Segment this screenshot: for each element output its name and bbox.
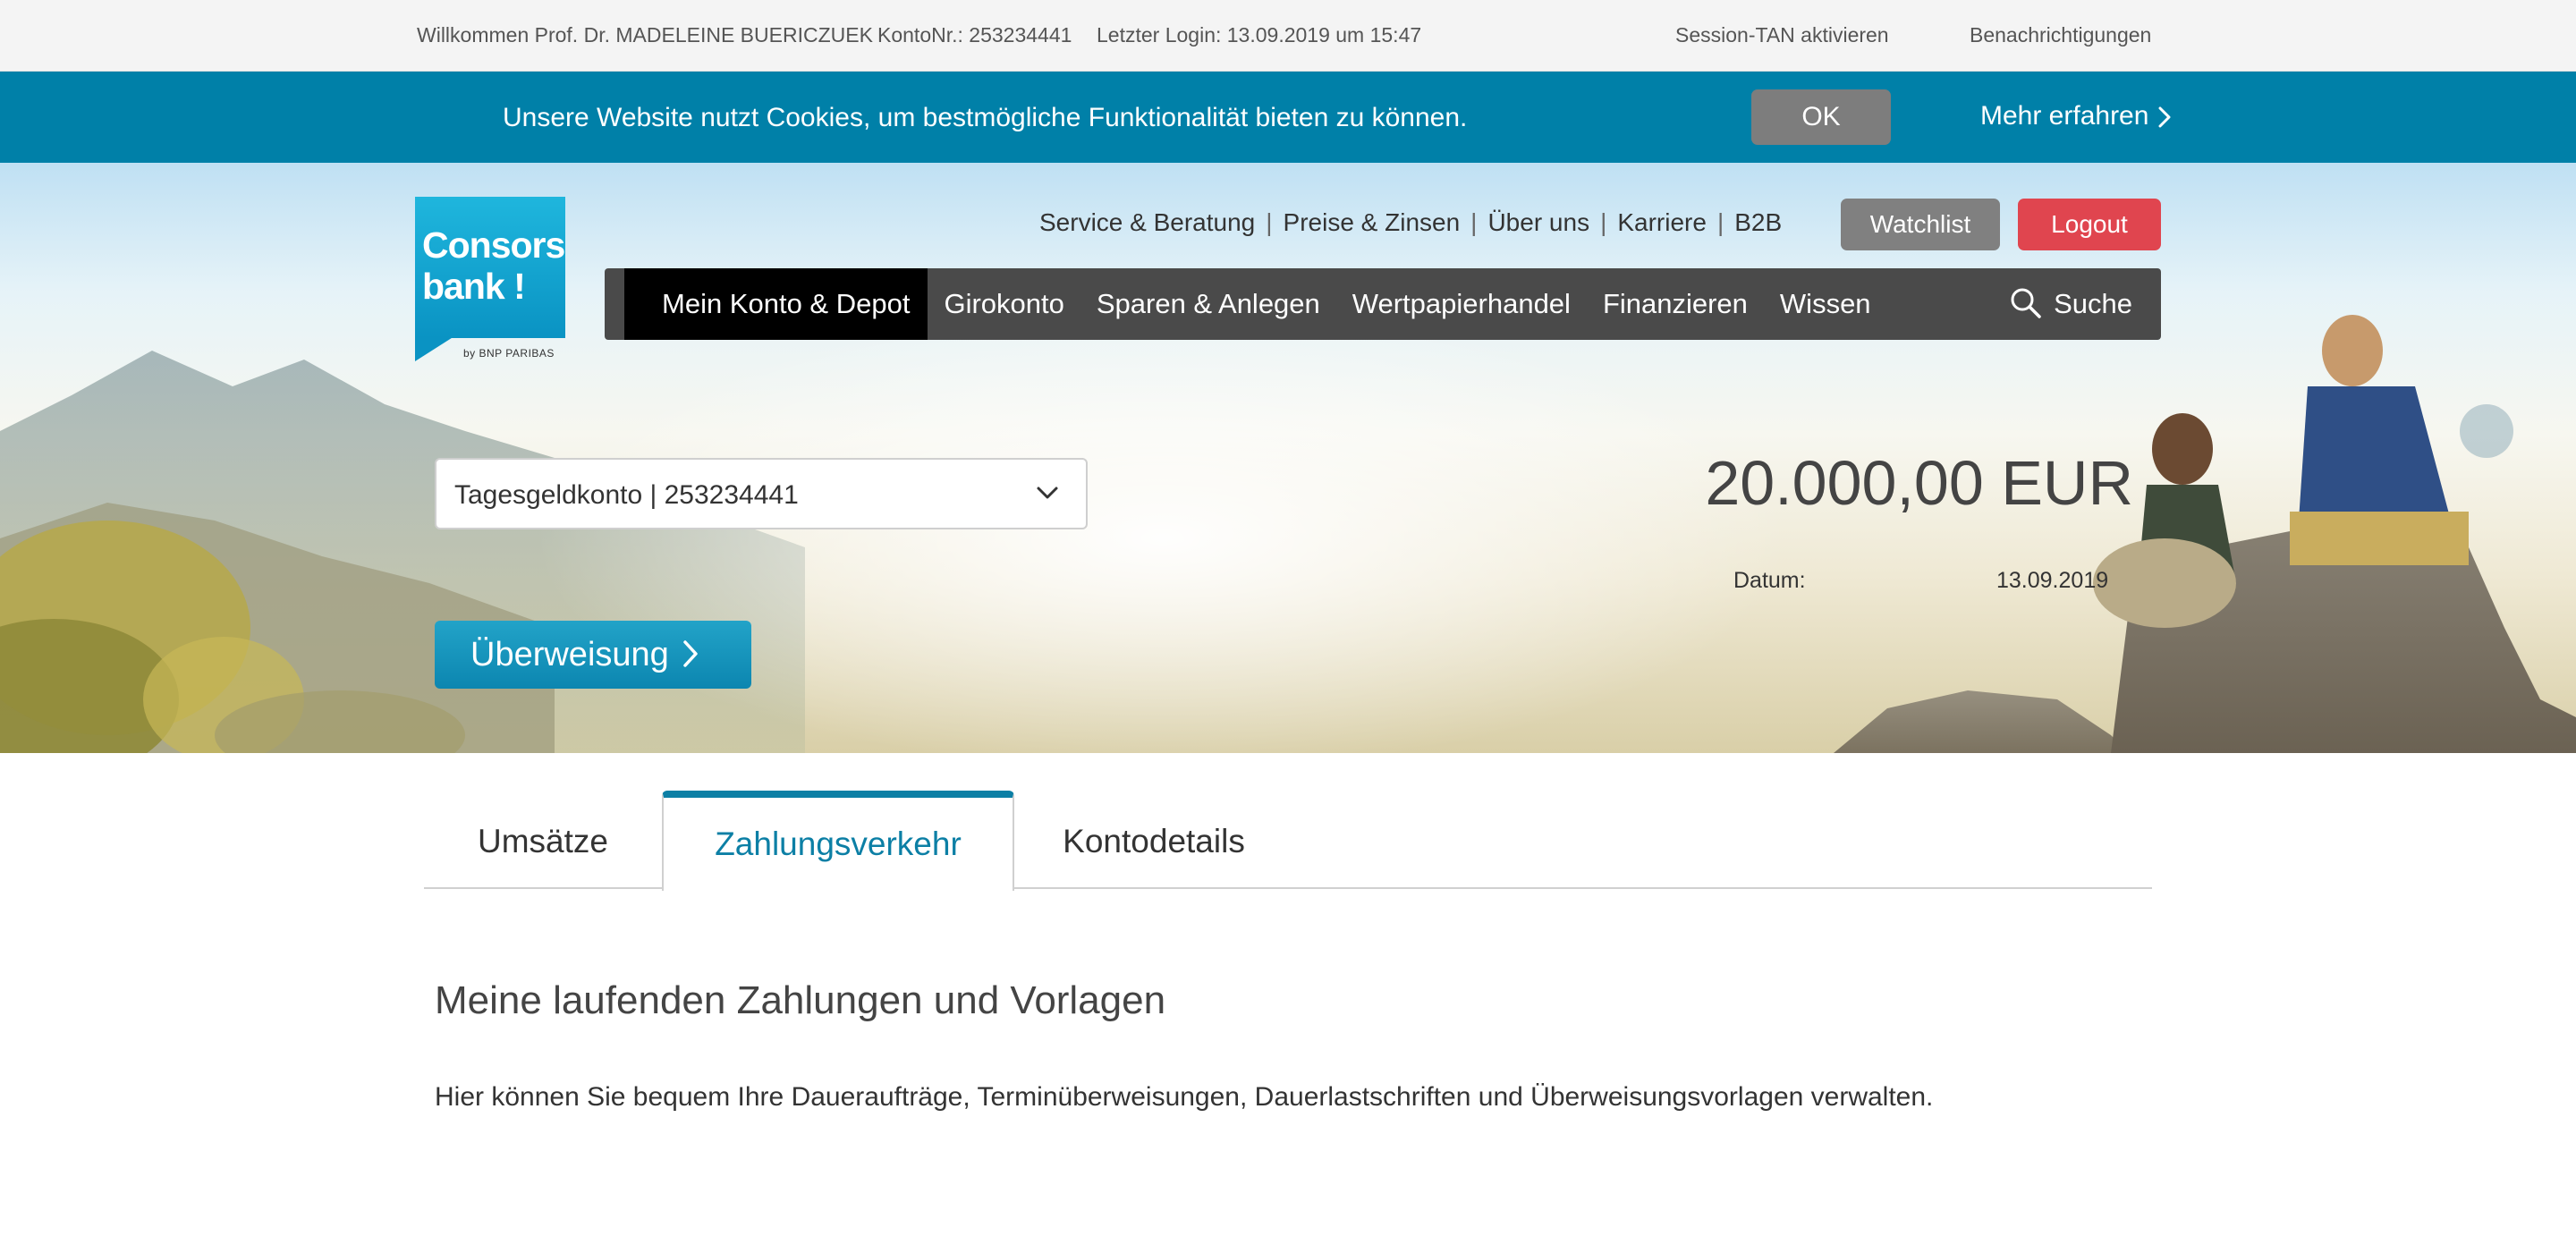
account-select[interactable]: Tagesgeldkonto | 253234441 [435,458,1088,529]
date-value: 13.09.2019 [1996,568,2109,593]
account-tabs: Umsätze Zahlungsverkehr Kontodetails [424,791,2152,891]
logo-byline: by BNP PARIBAS [463,347,555,360]
nav-item-wissen[interactable]: Wissen [1764,268,1887,340]
logo-text-line2: bank ! [422,266,526,307]
chevron-down-icon [1037,487,1058,499]
logo-tail [415,336,454,361]
service-nav-preise[interactable]: Preise & Zinsen [1284,208,1461,236]
cookie-ok-button[interactable]: OK [1751,89,1891,145]
service-nav-separator: | [1266,208,1273,236]
service-nav-separator: | [1470,208,1478,236]
hero-section: Consors bank ! by BNP PARIBAS Service & … [0,163,2576,753]
session-tan-link[interactable]: Session-TAN aktivieren [1675,21,1889,48]
service-nav-separator: | [1716,208,1724,236]
watchlist-button[interactable]: Watchlist [1841,199,2000,250]
welcome-text: Willkommen Prof. Dr. MADELEINE BUERICZUE… [417,23,873,47]
account-balance: 20.000,00 EUR [1705,448,2133,518]
logo-text-line1: Consors [422,224,565,266]
service-nav-ueber-uns[interactable]: Über uns [1487,208,1589,236]
service-nav-beratung[interactable]: Service & Beratung [1039,208,1255,236]
consorsbank-logo[interactable]: Consors bank ! by BNP PARIBAS [415,197,565,365]
notifications-link[interactable]: Benachrichtigungen [1970,21,2151,48]
service-nav-karriere[interactable]: Karriere [1617,208,1707,236]
nav-item-girokonto[interactable]: Girokonto [928,268,1080,340]
service-nav: Service & Beratung | Preise & Zinsen | Über … [1039,207,1782,238]
nav-item-sparen[interactable]: Sparen & Anlegen [1080,268,1336,340]
date-label: Datum: [1733,568,1806,593]
search-label: Suche [2054,288,2132,319]
cookie-banner: Unsere Website nutzt Cookies, um bestmög… [0,72,2576,163]
account-number-text: KontoNr.: 253234441 [877,23,1072,47]
logout-button[interactable]: Logout [2018,199,2161,250]
tab-zahlungsverkehr[interactable]: Zahlungsverkehr [662,791,1014,891]
cookie-more-link[interactable]: Mehr erfahren [1980,98,2172,134]
account-select-value: Tagesgeldkonto | 253234441 [454,480,799,510]
cookie-message: Unsere Website nutzt Cookies, um bestmög… [503,103,1468,132]
tab-umsaetze[interactable]: Umsätze [424,791,662,889]
transfer-button[interactable]: Überweisung [435,621,751,689]
nav-item-mein-konto[interactable]: Mein Konto & Depot [624,268,928,340]
service-nav-separator: | [1600,208,1607,236]
page-description: Hier können Sie bequem Ihre Daueraufträg… [435,1082,1934,1112]
tab-kontodetails[interactable]: Kontodetails [1014,791,1293,889]
page-title: Meine laufenden Zahlungen und Vorlagen [435,978,1166,1022]
service-nav-b2b[interactable]: B2B [1734,208,1782,236]
hero-background-image [0,306,2576,753]
search-icon [2011,288,2041,318]
cookie-more-label: Mehr erfahren [1980,101,2149,131]
search-button[interactable]: Suche [2009,268,2132,340]
last-login-text: Letzter Login: 13.09.2019 um 15:47 [1097,23,1422,47]
main-nav: Mein Konto & Depot Girokonto Sparen & An… [605,268,2161,340]
chevron-right-icon [2158,106,2171,128]
top-info-bar: Willkommen Prof. Dr. MADELEINE BUERICZUE… [0,0,2576,72]
transfer-label: Überweisung [470,636,669,673]
nav-item-wertpapierhandel[interactable]: Wertpapierhandel [1336,268,1587,340]
chevron-right-icon [683,640,698,667]
nav-item-finanzieren[interactable]: Finanzieren [1587,268,1764,340]
